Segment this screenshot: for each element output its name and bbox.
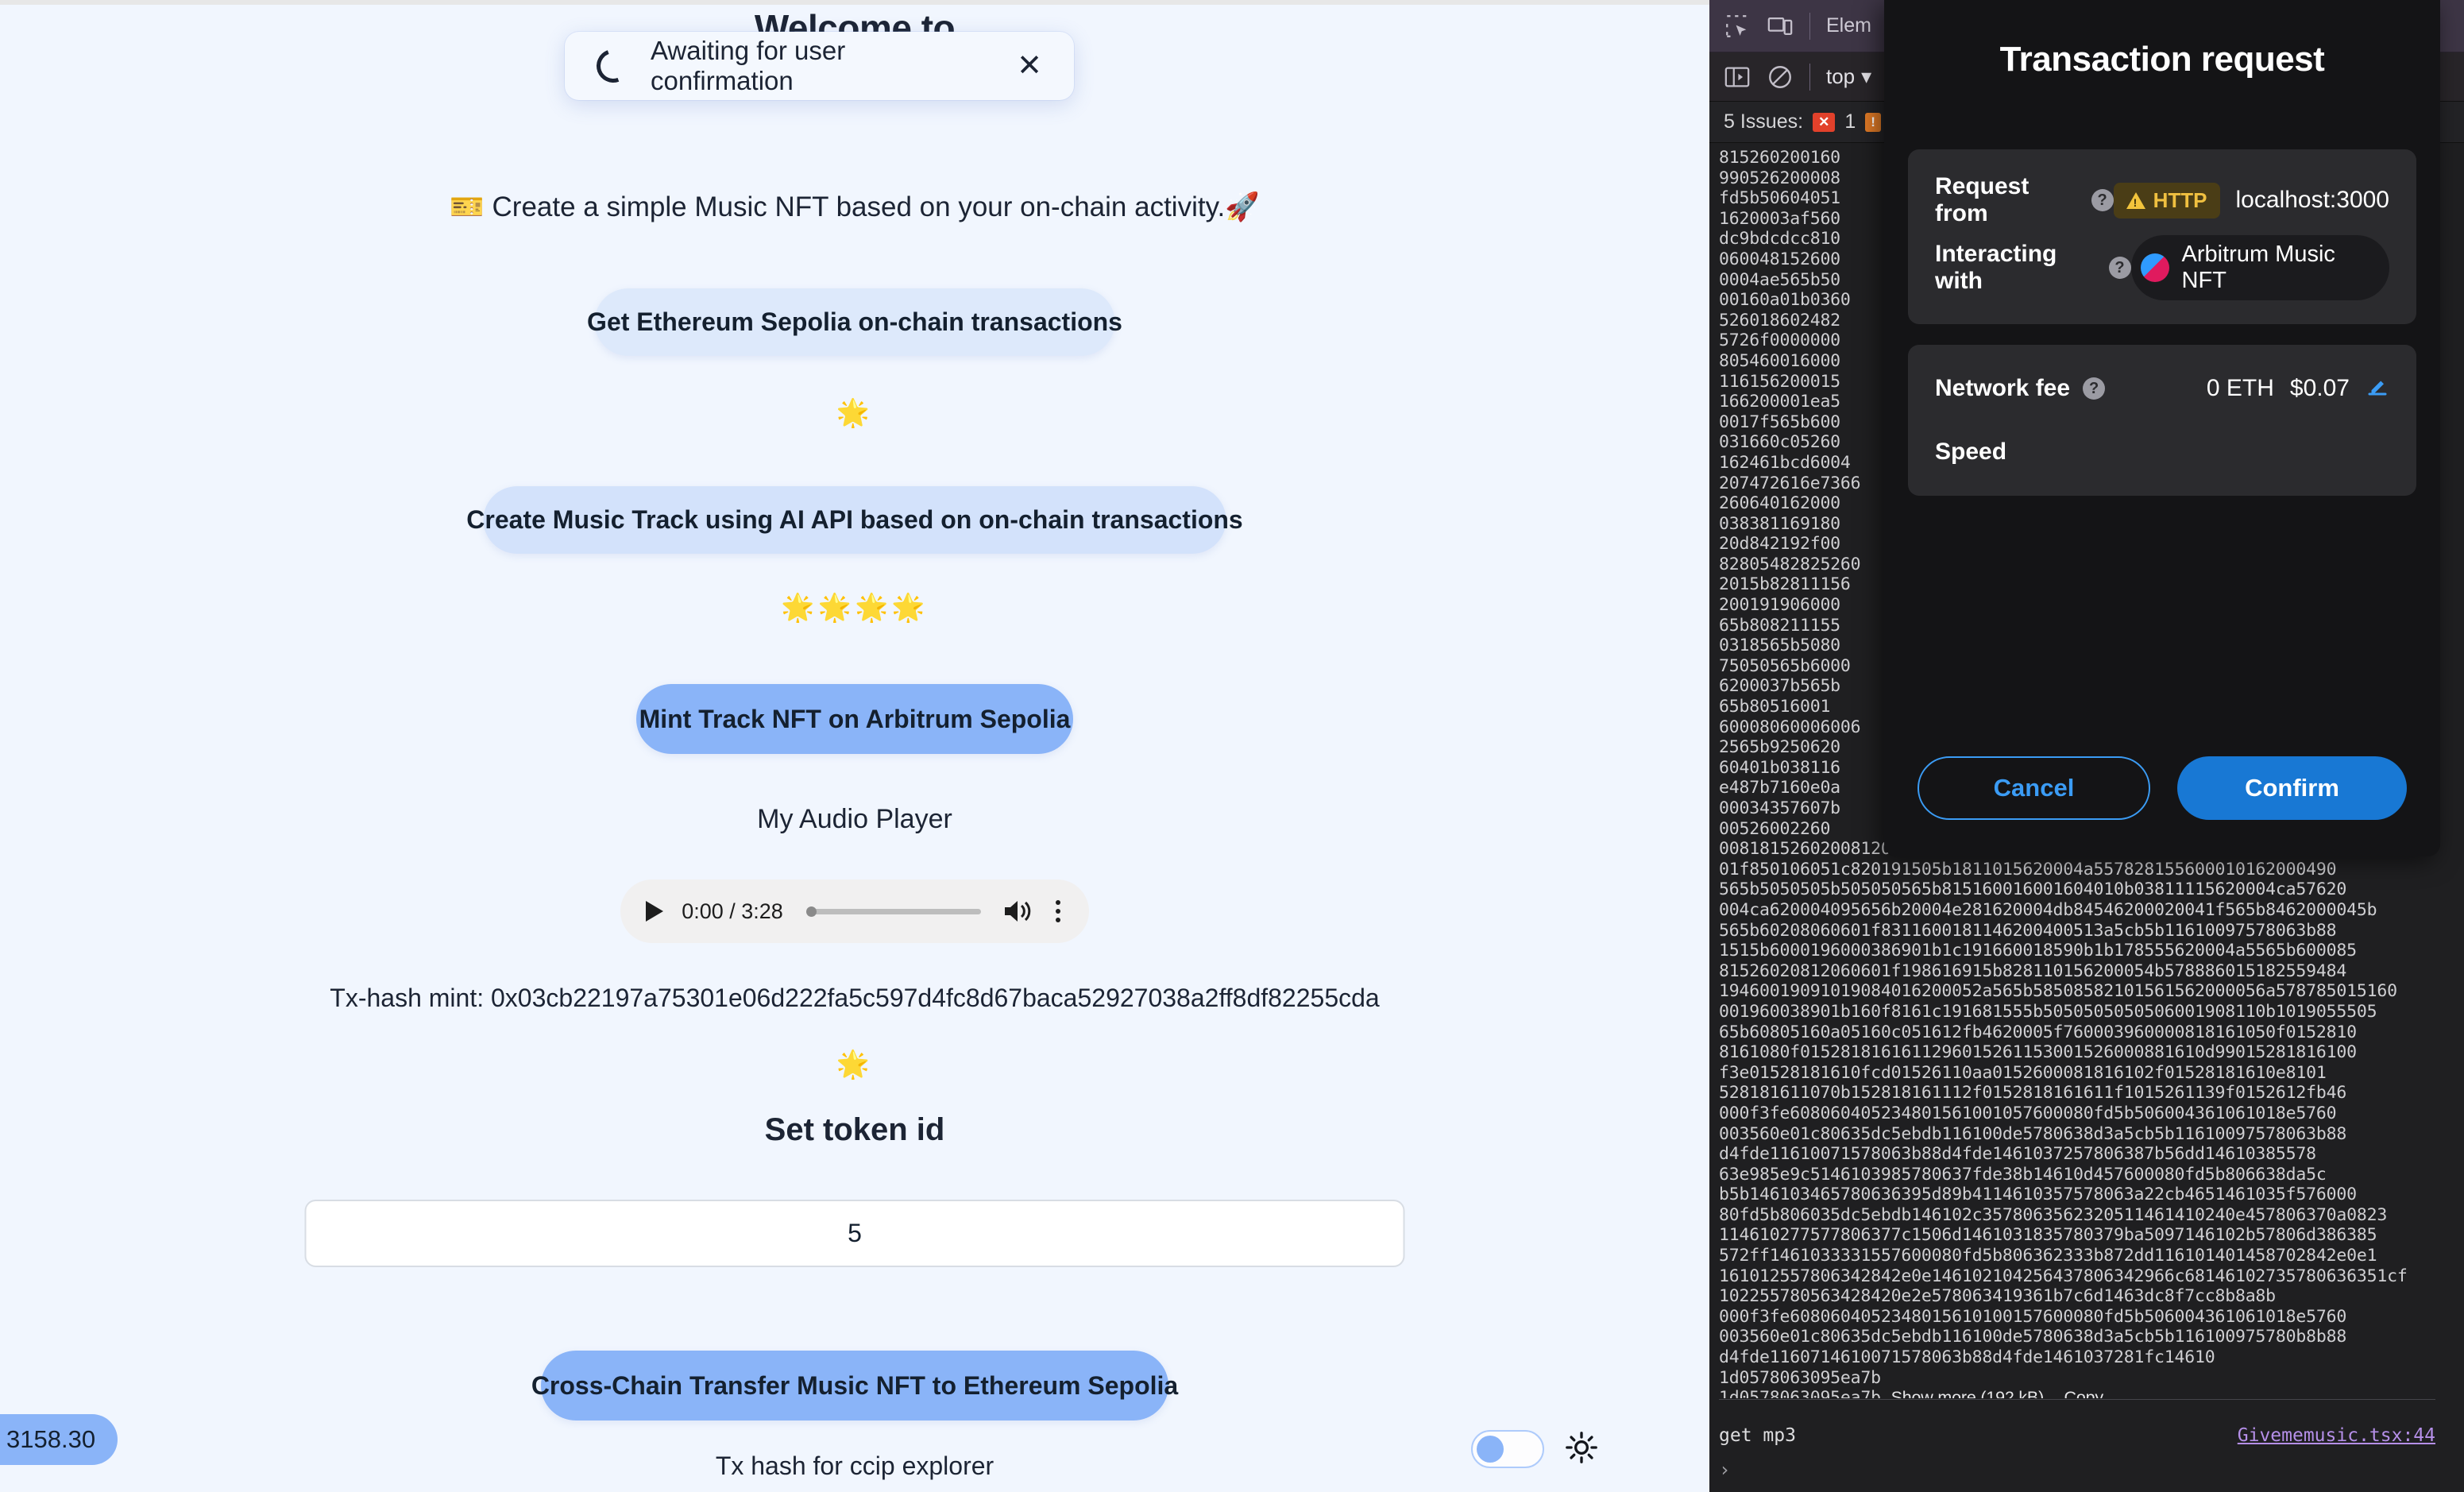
fee-details-card: Network fee ? 0 ETH $0.07 Speed [1908,345,2416,496]
contract-chip[interactable]: Arbitrum Music NFT [2130,235,2389,300]
metamask-action-bar: Cancel Confirm [1884,728,2440,856]
close-icon[interactable]: ✕ [1012,51,1047,81]
console-toolbar-divider [1809,63,1810,91]
create-music-track-button[interactable]: Create Music Track using AI API based on… [466,486,1243,554]
interacting-with-text: Interacting with [1935,241,2057,294]
get-transactions-button[interactable]: Get Ethereum Sepolia on-chain transactio… [587,288,1122,356]
request-from-row: Request from ? HTTP localhost:3000 [1935,173,2389,227]
metamask-title: Transaction request [1999,40,2325,79]
warning-triangle-icon [2126,191,2145,209]
price-chip: 3158.30 [0,1414,118,1465]
audio-progress-slider[interactable] [806,906,981,917]
console-prompt-caret[interactable]: › [1719,1459,1730,1481]
network-fee-row: Network fee ? 0 ETH $0.07 [1935,365,2389,412]
console-source-link[interactable]: Givememusic.tsx:44 [2238,1425,2435,1446]
cancel-button[interactable]: Cancel [1918,756,2150,820]
contract-name: Arbitrum Music NFT [2181,242,2335,293]
contract-blockie-icon [2140,253,2169,282]
volume-icon[interactable] [1002,898,1033,925]
browser-chrome-edge [0,0,1709,5]
network-fee-value: 0 ETH $0.07 [2207,374,2389,404]
theme-toggle-knob [1477,1436,1504,1463]
star-divider-four: 🌟🌟🌟🌟 [781,593,929,623]
console-last-message-row: get mp3 Givememusic.tsx:44 [1719,1425,2435,1446]
star-divider-one: 🌟 [836,398,874,428]
set-token-id-heading: Set token id [764,1112,945,1147]
console-message-text: get mp3 [1719,1425,1796,1446]
network-fee-text: Network fee [1935,375,2071,401]
star-divider-two: 🌟 [836,1049,874,1080]
token-id-input[interactable] [304,1200,1405,1267]
clear-console-icon[interactable] [1767,64,1794,91]
audio-player: 0:00 / 3:28 [620,879,1089,943]
request-details-card: Request from ? HTTP localhost:3000 Inter… [1908,149,2416,324]
http-badge-label: HTTP [2153,187,2207,212]
confirm-button[interactable]: Confirm [2177,756,2407,820]
help-circle-icon[interactable]: ? [2083,377,2106,400]
fee-amount-eth: 0 ETH [2206,375,2274,401]
screen-root: Welcome to Awaiting for user confirmatio… [0,0,2464,1492]
copy-button[interactable]: Copy [2064,1388,2104,1398]
error-badge-icon: ✕ [1813,112,1836,132]
console-context-selector[interactable]: top ▾ [1826,64,1871,89]
status-toast: Awaiting for user confirmation ✕ [565,32,1074,100]
metamask-transaction-popup: Transaction request Request from ? HTTP … [1884,0,2440,856]
device-toolbar-icon[interactable] [1767,13,1794,40]
issues-label: 5 Issues: [1724,110,1804,133]
play-icon[interactable] [646,901,663,922]
theme-switcher [1471,1430,1598,1468]
interacting-with-row: Interacting with ? Arbitrum Music NFT [1935,235,2389,300]
theme-toggle[interactable] [1471,1430,1544,1468]
console-entry-divider [1719,1399,2435,1400]
chevron-down-icon: ▾ [1861,64,1872,88]
help-circle-icon[interactable]: ? [2091,189,2114,211]
request-host: localhost:3000 [2235,187,2389,213]
app-tagline: 🎫 Create a simple Music NFT based on you… [450,191,1260,222]
toolbar-divider [1809,12,1810,40]
sun-icon[interactable] [1565,1431,1598,1468]
mint-tx-hash: Tx-hash mint: 0x03cb22197a75301e06d222fa… [330,984,1380,1012]
request-from-label: Request from ? [1935,173,2114,227]
audio-time: 0:00 / 3:28 [682,899,783,923]
cross-chain-transfer-button[interactable]: Cross-Chain Transfer Music NFT to Ethere… [531,1351,1178,1420]
music-nft-app: Welcome to Awaiting for user confirmatio… [0,0,1709,1492]
inspect-element-icon[interactable] [1724,13,1751,40]
more-options-icon[interactable] [1048,900,1068,922]
fee-amount-usd: $0.07 [2289,375,2350,401]
tab-elements[interactable]: Elem [1826,14,1871,37]
show-more-button[interactable]: Show more (192 kB) [1891,1388,2045,1398]
console-sidebar-icon[interactable] [1724,64,1751,91]
audio-progress-knob[interactable] [806,906,817,917]
loading-spinner-icon [591,44,635,88]
request-from-value: HTTP localhost:3000 [2113,182,2389,218]
interacting-with-label: Interacting with ? [1935,241,2131,295]
mint-nft-button[interactable]: Mint Track NFT on Arbitrum Sepolia [636,684,1073,754]
request-from-text: Request from [1935,173,2030,226]
ccip-tx-hash-label: Tx hash for ccip explorer [715,1451,994,1480]
speed-label: Speed [1935,439,2007,465]
network-fee-label: Network fee ? [1935,375,2106,402]
toast-message: Awaiting for user confirmation [651,36,846,95]
console-context-label: top [1826,64,1856,88]
help-circle-icon[interactable]: ? [2108,257,2131,279]
pencil-edit-icon[interactable] [2366,374,2389,404]
http-badge: HTTP [2113,182,2220,218]
audio-player-title: My Audio Player [757,804,952,834]
issues-error-count: 1 [1844,110,1856,133]
warning-badge-icon: ! [1865,112,1881,132]
